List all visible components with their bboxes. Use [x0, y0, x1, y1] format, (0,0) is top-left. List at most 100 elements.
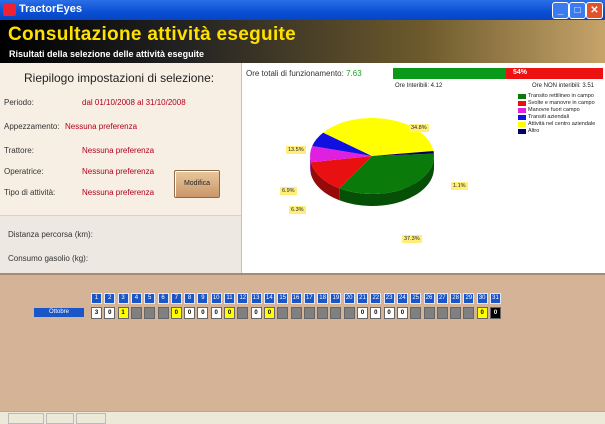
- hours-ratio-bar: 54%: [393, 68, 603, 79]
- day-header: 5: [144, 293, 156, 304]
- tractor-label: Trattore:: [4, 146, 34, 155]
- minimize-button[interactable]: _: [552, 2, 569, 19]
- day-header: 17: [303, 293, 315, 304]
- day-cell[interactable]: [157, 307, 169, 319]
- day-cell[interactable]: 0: [357, 307, 368, 319]
- period-value: dal 01/10/2008 al 31/10/2008: [82, 98, 186, 107]
- day-cell[interactable]: [330, 307, 342, 319]
- day-cell[interactable]: 1: [117, 307, 129, 319]
- interruptible-hours: Ore Interibili: 4.12: [395, 83, 443, 89]
- day-header: 13: [250, 293, 262, 304]
- month-label[interactable]: Ottobre: [34, 308, 84, 317]
- chart-panel: Ore totali di funzionamento: 7.63 54% Or…: [241, 63, 605, 273]
- maximize-button[interactable]: □: [569, 2, 586, 19]
- legend-swatch: [518, 122, 526, 127]
- day-header: 31: [490, 293, 501, 304]
- day-cell[interactable]: [130, 307, 142, 319]
- day-header: 10: [210, 293, 222, 304]
- legend-swatch: [518, 115, 526, 120]
- day-header: 27: [436, 293, 448, 304]
- day-header: 2: [104, 293, 116, 304]
- day-cell[interactable]: 0: [476, 307, 488, 319]
- legend-item: Svolte e manovre in campo: [518, 100, 595, 107]
- day-cell[interactable]: 0: [184, 307, 196, 319]
- day-header: 14: [263, 293, 275, 304]
- pie-label-transito: 34.8%: [409, 124, 429, 132]
- page-title: Consultazione attività eseguite: [8, 24, 297, 45]
- pie-label-manovre: 6.9%: [280, 187, 297, 195]
- day-cell[interactable]: 3: [91, 307, 102, 319]
- hours-ratio-percent: 54%: [513, 69, 528, 76]
- modify-button[interactable]: Modifica: [174, 170, 220, 198]
- total-hours-label: Ore totali di funzionamento:: [246, 69, 344, 78]
- day-header: 26: [423, 293, 435, 304]
- legend-label: Svolte e manovre in campo: [528, 100, 595, 106]
- day-cell[interactable]: [450, 307, 462, 319]
- period-label: Periodo:: [4, 98, 34, 107]
- total-hours-value: 7.63: [346, 69, 362, 78]
- day-cell[interactable]: [237, 307, 249, 319]
- legend-swatch: [518, 108, 526, 113]
- day-cell[interactable]: [436, 307, 448, 319]
- day-cell[interactable]: 0: [370, 307, 382, 319]
- day-cell[interactable]: [343, 307, 355, 319]
- day-cell[interactable]: 0: [197, 307, 209, 319]
- period-row: Periodo: dal 01/10/2008 al 31/10/2008: [4, 98, 186, 107]
- day-header: 6: [157, 293, 169, 304]
- non-interruptible-hours: Ore NON interibili: 3.51: [532, 83, 595, 89]
- day-cell[interactable]: 0: [383, 307, 395, 319]
- implement-row: Operatrice: Nessuna preferenza: [4, 167, 154, 176]
- distance-label: Distanza percorsa (km):: [8, 230, 93, 239]
- day-header: 18: [317, 293, 329, 304]
- chart-legend: Transito rettilineo in campo Svolte e ma…: [518, 93, 595, 135]
- day-cell[interactable]: [144, 307, 156, 319]
- day-cell[interactable]: [463, 307, 475, 319]
- pie-label-svolte: 13.5%: [286, 146, 306, 154]
- day-cell[interactable]: [277, 307, 289, 319]
- tractor-row: Trattore: Nessuna preferenza: [4, 146, 154, 155]
- day-header: 3: [117, 293, 129, 304]
- day-cell[interactable]: 0: [250, 307, 262, 319]
- day-cell[interactable]: 0: [396, 307, 408, 319]
- legend-item: Attività nel centro aziendale: [518, 121, 595, 128]
- legend-item: Manovre fuori campo: [518, 107, 595, 114]
- tractor-value: Nessuna preferenza: [82, 146, 155, 155]
- legend-label: Attività nel centro aziendale: [528, 121, 596, 127]
- day-cell[interactable]: 0: [210, 307, 222, 319]
- pie-label-attivita: 37.3%: [402, 235, 422, 243]
- field-row: Appezzamento: Nessuna preferenza: [4, 122, 137, 131]
- activity-type-value: Nessuna preferenza: [82, 188, 155, 197]
- calendar-panel: 1 2 3 4 5 6 7 8 9 10 11 12 13 14 15 16 17 18 19 20 21 22 23 24 2…: [0, 273, 605, 413]
- legend-swatch: [518, 94, 526, 99]
- legend-label: Manovre fuori campo: [528, 107, 580, 113]
- day-cell[interactable]: [303, 307, 315, 319]
- day-cell[interactable]: [423, 307, 435, 319]
- app-icon: [3, 3, 16, 16]
- day-cell[interactable]: [317, 307, 329, 319]
- day-cell[interactable]: [290, 307, 302, 319]
- day-cell[interactable]: 0: [104, 307, 116, 319]
- day-header: 29: [463, 293, 475, 304]
- day-cell[interactable]: 0: [224, 307, 235, 319]
- field-label: Appezzamento:: [4, 122, 60, 131]
- status-segment: [8, 413, 44, 424]
- settings-heading: Riepilogo impostazioni di selezione:: [24, 71, 215, 85]
- close-button[interactable]: ✕: [586, 2, 603, 19]
- day-header: 23: [383, 293, 395, 304]
- day-header: 30: [476, 293, 488, 304]
- day-header: 16: [290, 293, 302, 304]
- day-cell[interactable]: 0: [490, 307, 501, 319]
- legend-swatch: [518, 101, 526, 106]
- day-header: 20: [343, 293, 355, 304]
- legend-item: Altro: [518, 128, 595, 135]
- activity-type-label: Tipo di attività:: [4, 188, 56, 197]
- day-cell[interactable]: 0: [263, 307, 275, 319]
- fuel-label: Consumo gasolio (kg):: [8, 254, 89, 263]
- day-header: 11: [224, 293, 235, 304]
- totals-panel: Distanza percorsa (km): Consumo gasolio …: [0, 215, 241, 274]
- legend-swatch: [518, 129, 526, 134]
- day-header: 28: [450, 293, 462, 304]
- day-cell[interactable]: 0: [170, 307, 182, 319]
- total-hours: Ore totali di funzionamento: 7.63: [246, 69, 362, 78]
- day-cell[interactable]: [410, 307, 422, 319]
